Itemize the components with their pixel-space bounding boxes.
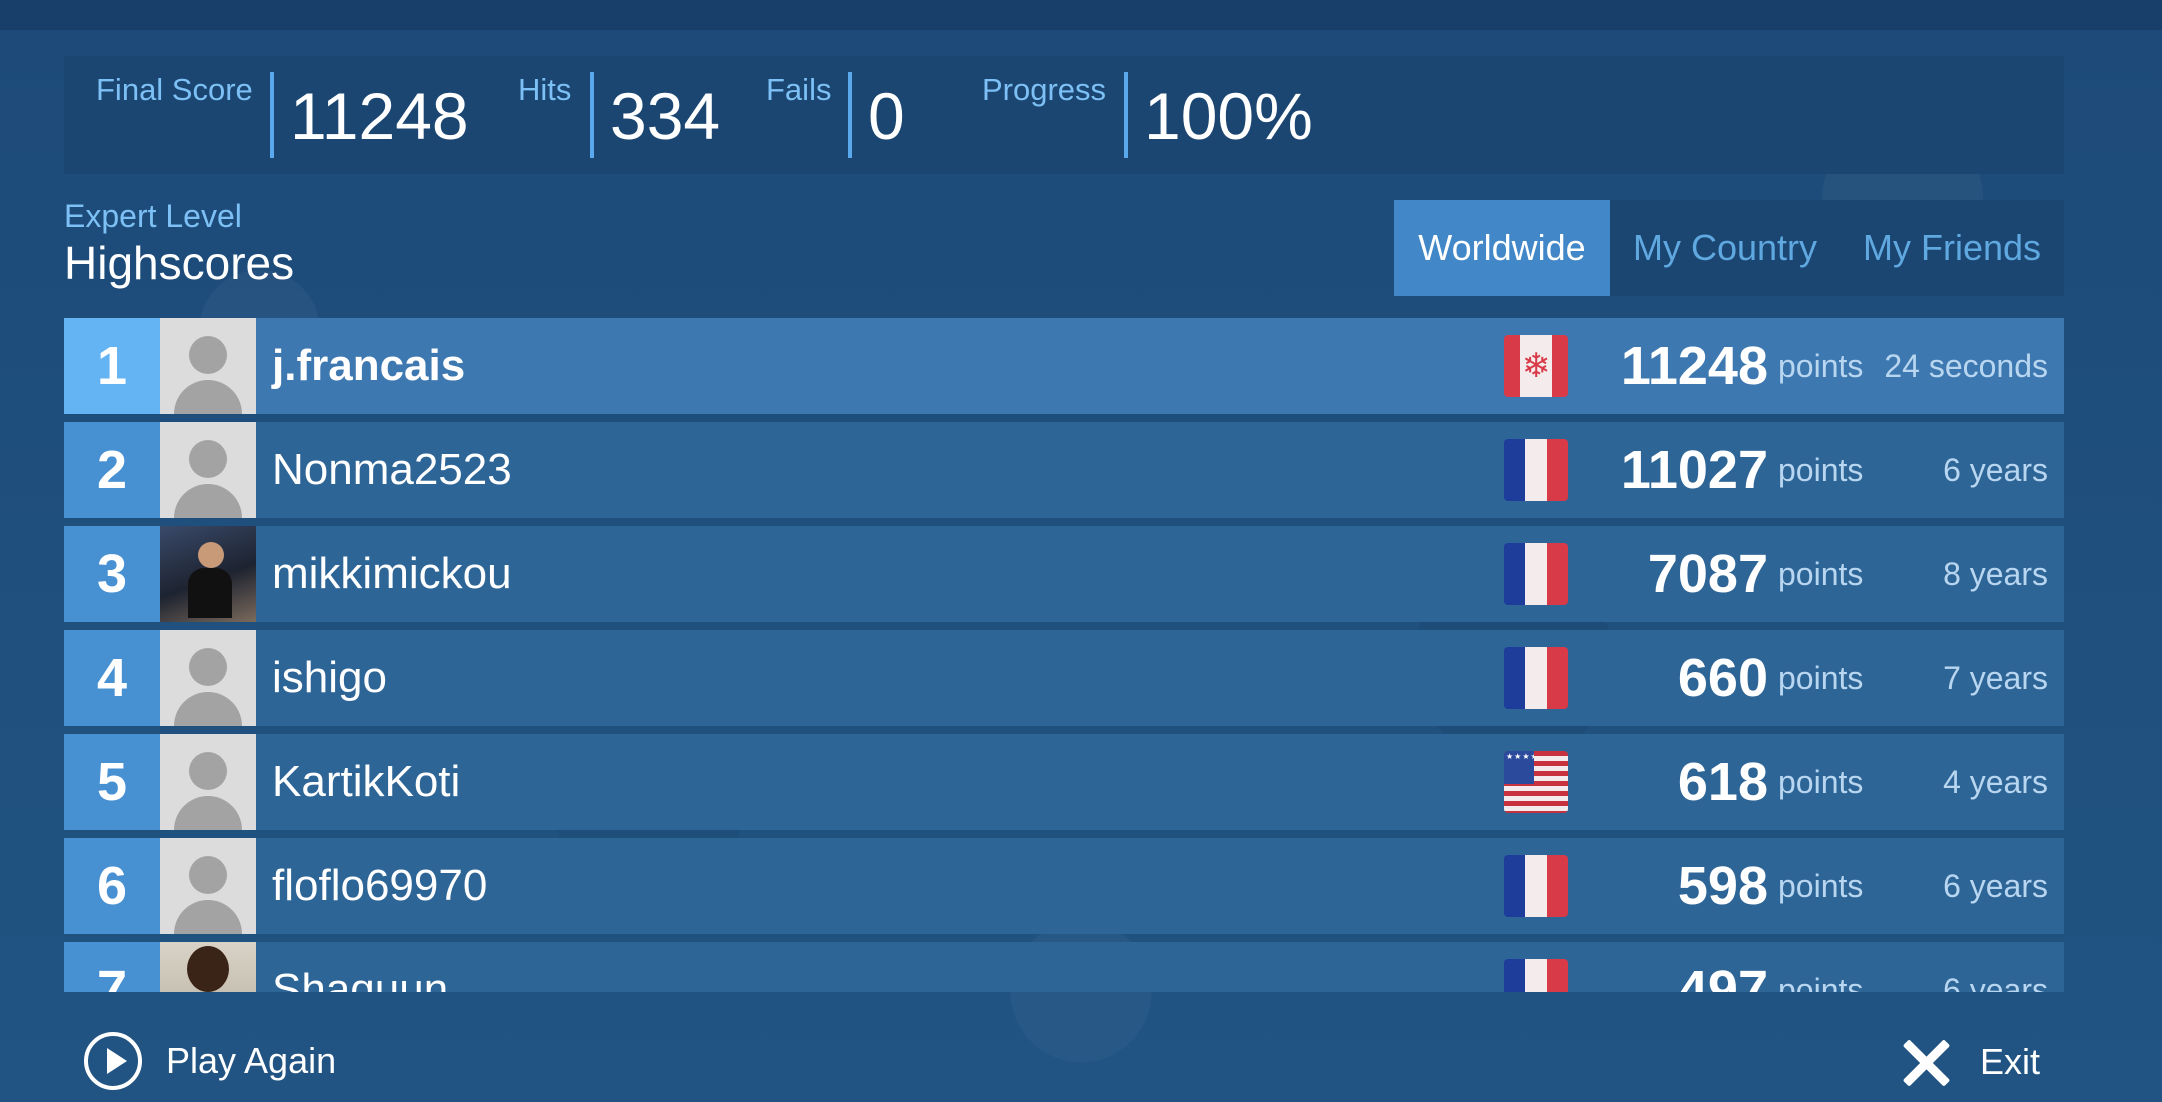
tab-worldwide[interactable]: Worldwide	[1394, 200, 1610, 296]
player-name: KartikKoti	[272, 757, 461, 806]
play-again-button[interactable]: Play Again	[84, 1032, 336, 1090]
avatar-placeholder-icon	[160, 734, 256, 830]
leaderboard-row[interactable]: 7 Shaquun 497 points 6 years	[64, 942, 2064, 992]
hits-label: Hits	[518, 72, 572, 107]
leaderboard-row[interactable]: 6 floflo69970 598 points 6 years	[64, 838, 2064, 934]
level-label: Expert Level	[64, 198, 242, 234]
avatar-placeholder-icon	[160, 838, 256, 934]
player-score: 618	[1677, 752, 1768, 812]
canada-flag-icon: ❄	[1504, 335, 1568, 397]
stat-divider	[270, 72, 274, 158]
france-flag-icon	[1504, 647, 1568, 709]
avatar-photo	[160, 942, 256, 992]
tab-my-country[interactable]: My Country	[1610, 200, 1840, 296]
play-circle-icon	[84, 1032, 142, 1090]
final-score-value: 11248	[290, 79, 469, 153]
player-name: Nonma2523	[272, 445, 512, 494]
fails-value: 0	[868, 79, 905, 153]
stat-divider	[848, 72, 852, 158]
avatar-placeholder-icon	[160, 422, 256, 518]
points-unit: points	[1778, 347, 1864, 384]
stats-bar: Final Score 11248 Hits 334 Fails 0 Progr…	[64, 56, 2064, 174]
rank-number: 7	[64, 942, 160, 992]
rank-number: 5	[64, 734, 160, 830]
france-flag-icon	[1504, 959, 1568, 992]
play-again-label: Play Again	[166, 1040, 337, 1081]
scope-tabs: Worldwide My Country My Friends	[1394, 200, 2064, 296]
player-score: 11248	[1620, 336, 1768, 396]
france-flag-icon	[1504, 855, 1568, 917]
hits-value: 334	[610, 79, 721, 153]
close-icon	[1902, 1038, 1950, 1086]
play-time: 4 years	[1943, 763, 2048, 800]
leaderboard-row[interactable]: 5 KartikKoti ★★★★★★★★★★★★ 618 points 4 y…	[64, 734, 2064, 830]
exit-label: Exit	[1980, 1041, 2041, 1082]
points-unit: points	[1778, 867, 1864, 904]
player-name: ishigo	[272, 653, 387, 702]
play-time: 6 years	[1943, 971, 2048, 993]
fails-label: Fails	[766, 72, 832, 107]
avatar-placeholder-icon	[160, 318, 256, 414]
player-name: mikkimickou	[272, 549, 512, 598]
player-score: 7087	[1647, 544, 1768, 604]
exit-button[interactable]: Exit	[1902, 1038, 2040, 1086]
rank-number: 4	[64, 630, 160, 726]
rank-number: 1	[64, 318, 160, 414]
leaderboard-list[interactable]: 1 j.francais ❄ 11248 points 24 seconds 2…	[64, 318, 2064, 992]
france-flag-icon	[1504, 543, 1568, 605]
points-unit: points	[1778, 555, 1864, 592]
player-name: j.francais	[272, 341, 466, 390]
play-time: 24 seconds	[1884, 347, 2048, 384]
top-strip	[0, 0, 2162, 30]
points-unit: points	[1778, 971, 1864, 993]
leaderboard-row[interactable]: 3 mikkimickou 7087 points 8 years	[64, 526, 2064, 622]
usa-flag-icon: ★★★★★★★★★★★★	[1504, 751, 1568, 813]
player-score: 11027	[1620, 440, 1768, 500]
play-time: 8 years	[1943, 555, 2048, 592]
stat-divider	[1124, 72, 1128, 158]
leaderboard-row[interactable]: 1 j.francais ❄ 11248 points 24 seconds	[64, 318, 2064, 414]
france-flag-icon	[1504, 439, 1568, 501]
points-unit: points	[1778, 763, 1864, 800]
tab-my-friends[interactable]: My Friends	[1840, 200, 2064, 296]
progress-label: Progress	[982, 72, 1107, 107]
avatar-photo	[160, 526, 256, 622]
player-score: 660	[1677, 648, 1768, 708]
player-name: Shaquun	[272, 965, 449, 992]
play-time: 6 years	[1943, 867, 2048, 904]
rank-number: 6	[64, 838, 160, 934]
points-unit: points	[1778, 451, 1864, 488]
page-title: Highscores	[64, 237, 295, 289]
play-time: 7 years	[1943, 659, 2048, 696]
player-score: 497	[1677, 960, 1768, 992]
points-unit: points	[1778, 659, 1864, 696]
player-score: 598	[1677, 856, 1768, 916]
player-name: floflo69970	[272, 861, 488, 910]
leaderboard-row[interactable]: 4 ishigo 660 points 7 years	[64, 630, 2064, 726]
final-score-label: Final Score	[96, 72, 253, 107]
stat-divider	[590, 72, 594, 158]
play-time: 6 years	[1943, 451, 2048, 488]
rank-number: 2	[64, 422, 160, 518]
progress-value: 100%	[1144, 79, 1313, 153]
avatar-placeholder-icon	[160, 630, 256, 726]
rank-number: 3	[64, 526, 160, 622]
leaderboard-row[interactable]: 2 Nonma2523 11027 points 6 years	[64, 422, 2064, 518]
